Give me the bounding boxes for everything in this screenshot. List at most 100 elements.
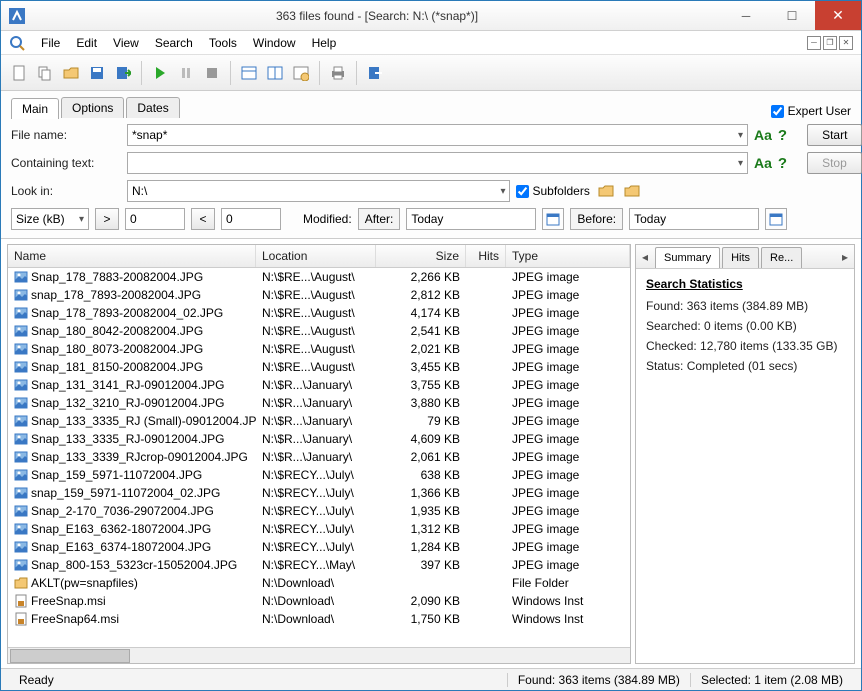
col-type[interactable]: Type [506,245,630,267]
side-tab-summary[interactable]: Summary [655,247,720,268]
subfolders-checkbox[interactable] [516,185,529,198]
help-icon[interactable]: ? [778,127,787,144]
before-input[interactable] [629,208,759,230]
table-row[interactable]: Snap_178_7893-20082004_02.JPGN:\$RE...\A… [8,304,630,322]
lookin-input[interactable]: N:\ [127,180,510,202]
table-row[interactable]: Snap_133_3339_RJcrop-09012004.JPGN:\$R..… [8,448,630,466]
file-name-input[interactable]: *snap* [127,124,748,146]
file-size: 2,541 KB [376,323,466,339]
side-tab-re[interactable]: Re... [761,247,802,268]
browse-folder-icon[interactable] [596,181,616,201]
open-icon[interactable] [59,61,83,85]
search-tabs: Main Options Dates Expert User [11,97,851,118]
minimize-button[interactable]: ─ [723,1,769,30]
col-location[interactable]: Location [256,245,376,267]
stats-searched: Searched: 0 items (0.00 KB) [646,319,844,333]
table-row[interactable]: Snap_180_8042-20082004.JPGN:\$RE...\Augu… [8,322,630,340]
new-doc-icon[interactable] [7,61,31,85]
table-row[interactable]: Snap_E163_6362-18072004.JPGN:\$RECY...\J… [8,520,630,538]
file-name: AKLT(pw=snapfiles) [31,576,138,590]
search-panel: Main Options Dates Expert User File name… [1,91,861,239]
table-row[interactable]: Snap_180_8073-20082004.JPGN:\$RE...\Augu… [8,340,630,358]
mdi-min-button[interactable]: ─ [807,36,821,50]
side-tabs: ◂ Summary Hits Re... ▸ [636,245,854,269]
pause-icon[interactable] [174,61,198,85]
file-location: N:\$R...\January\ [256,431,376,447]
file-name-label: File name: [11,128,121,142]
maximize-button[interactable]: ☐ [769,1,815,30]
table-row[interactable]: AKLT(pw=snapfiles)N:\Download\File Folde… [8,574,630,592]
help-icon-2[interactable]: ? [778,155,787,172]
table-row[interactable]: Snap_132_3210_RJ-09012004.JPGN:\$R...\Ja… [8,394,630,412]
side-tab-hits[interactable]: Hits [722,247,759,268]
tab-options[interactable]: Options [61,97,124,118]
table-row[interactable]: Snap_800-153_5323cr-15052004.JPGN:\$RECY… [8,556,630,574]
size-lt-input[interactable] [221,208,281,230]
containing-input[interactable] [127,152,748,174]
tab-dates[interactable]: Dates [126,97,179,118]
table-row[interactable]: Snap_178_7883-20082004.JPGN:\$RE...\Augu… [8,268,630,286]
table-row[interactable]: Snap_181_8150-20082004.JPGN:\$RE...\Augu… [8,358,630,376]
table-row[interactable]: Snap_133_3335_RJ-09012004.JPGN:\$R...\Ja… [8,430,630,448]
expert-user-checkbox[interactable] [771,105,784,118]
calendar-icon-2[interactable] [765,208,787,230]
browse-folder-icon-2[interactable] [622,181,642,201]
expert-user-check[interactable]: Expert User [771,104,851,118]
table-row[interactable]: Snap_131_3141_RJ-09012004.JPGN:\$R...\Ja… [8,376,630,394]
menu-tools[interactable]: Tools [201,33,245,53]
file-type: JPEG image [506,305,630,321]
refresh-icon[interactable] [289,61,313,85]
export-icon[interactable] [111,61,135,85]
file-icon [14,288,28,302]
side-tab-right-arrow-icon[interactable]: ▸ [836,248,854,266]
stop-icon[interactable] [200,61,224,85]
size-unit-combo[interactable]: Size (kB) [11,208,89,230]
menu-edit[interactable]: Edit [68,33,105,53]
menu-view[interactable]: View [105,33,147,53]
table-row[interactable]: FreeSnap.msiN:\Download\2,090 KBWindows … [8,592,630,610]
start-button[interactable]: Start [807,124,862,146]
menu-help[interactable]: Help [304,33,345,53]
col-hits[interactable]: Hits [466,245,506,267]
horizontal-scrollbar[interactable] [8,647,630,663]
copy-icon[interactable] [33,61,57,85]
col-size[interactable]: Size [376,245,466,267]
exit-icon[interactable] [363,61,387,85]
tab-main[interactable]: Main [11,98,59,119]
calendar-icon[interactable] [542,208,564,230]
stop-button[interactable]: Stop [807,152,862,174]
file-hits [466,600,506,602]
mdi-close-button[interactable]: ✕ [839,36,853,50]
results-rows[interactable]: Snap_178_7883-20082004.JPGN:\$RE...\Augu… [8,268,630,647]
col-name[interactable]: Name [8,245,256,267]
case-toggle-icon[interactable]: Aa [754,127,772,143]
table-row[interactable]: Snap_133_3335_RJ (Small)-09012004.JPGN:\… [8,412,630,430]
print-icon[interactable] [326,61,350,85]
view2-icon[interactable] [263,61,287,85]
after-input[interactable] [406,208,536,230]
file-icon [14,558,28,572]
table-row[interactable]: FreeSnap64.msiN:\Download\1,750 KBWindow… [8,610,630,628]
menu-window[interactable]: Window [245,33,304,53]
size-gt-input[interactable] [125,208,185,230]
case-toggle-icon-2[interactable]: Aa [754,155,772,171]
table-row[interactable]: Snap_159_5971-11072004.JPGN:\$RECY...\Ju… [8,466,630,484]
subfolders-check[interactable]: Subfolders [516,184,589,198]
save-icon[interactable] [85,61,109,85]
view1-icon[interactable] [237,61,261,85]
table-row[interactable]: snap_178_7893-20082004.JPGN:\$RE...\Augu… [8,286,630,304]
menu-file[interactable]: File [33,33,68,53]
close-button[interactable]: ✕ [815,1,861,30]
table-row[interactable]: Snap_E163_6374-18072004.JPGN:\$RECY...\J… [8,538,630,556]
side-tab-left-arrow-icon[interactable]: ◂ [636,248,654,266]
menu-search[interactable]: Search [147,33,201,53]
mdi-restore-button[interactable]: ❐ [823,36,837,50]
play-icon[interactable] [148,61,172,85]
size-lt-button[interactable]: < [191,208,215,230]
table-row[interactable]: Snap_2-170_7036-29072004.JPGN:\$RECY...\… [8,502,630,520]
size-gt-button[interactable]: > [95,208,119,230]
file-hits [466,582,506,584]
file-size: 2,812 KB [376,287,466,303]
table-row[interactable]: snap_159_5971-11072004_02.JPGN:\$RECY...… [8,484,630,502]
file-hits [466,618,506,620]
